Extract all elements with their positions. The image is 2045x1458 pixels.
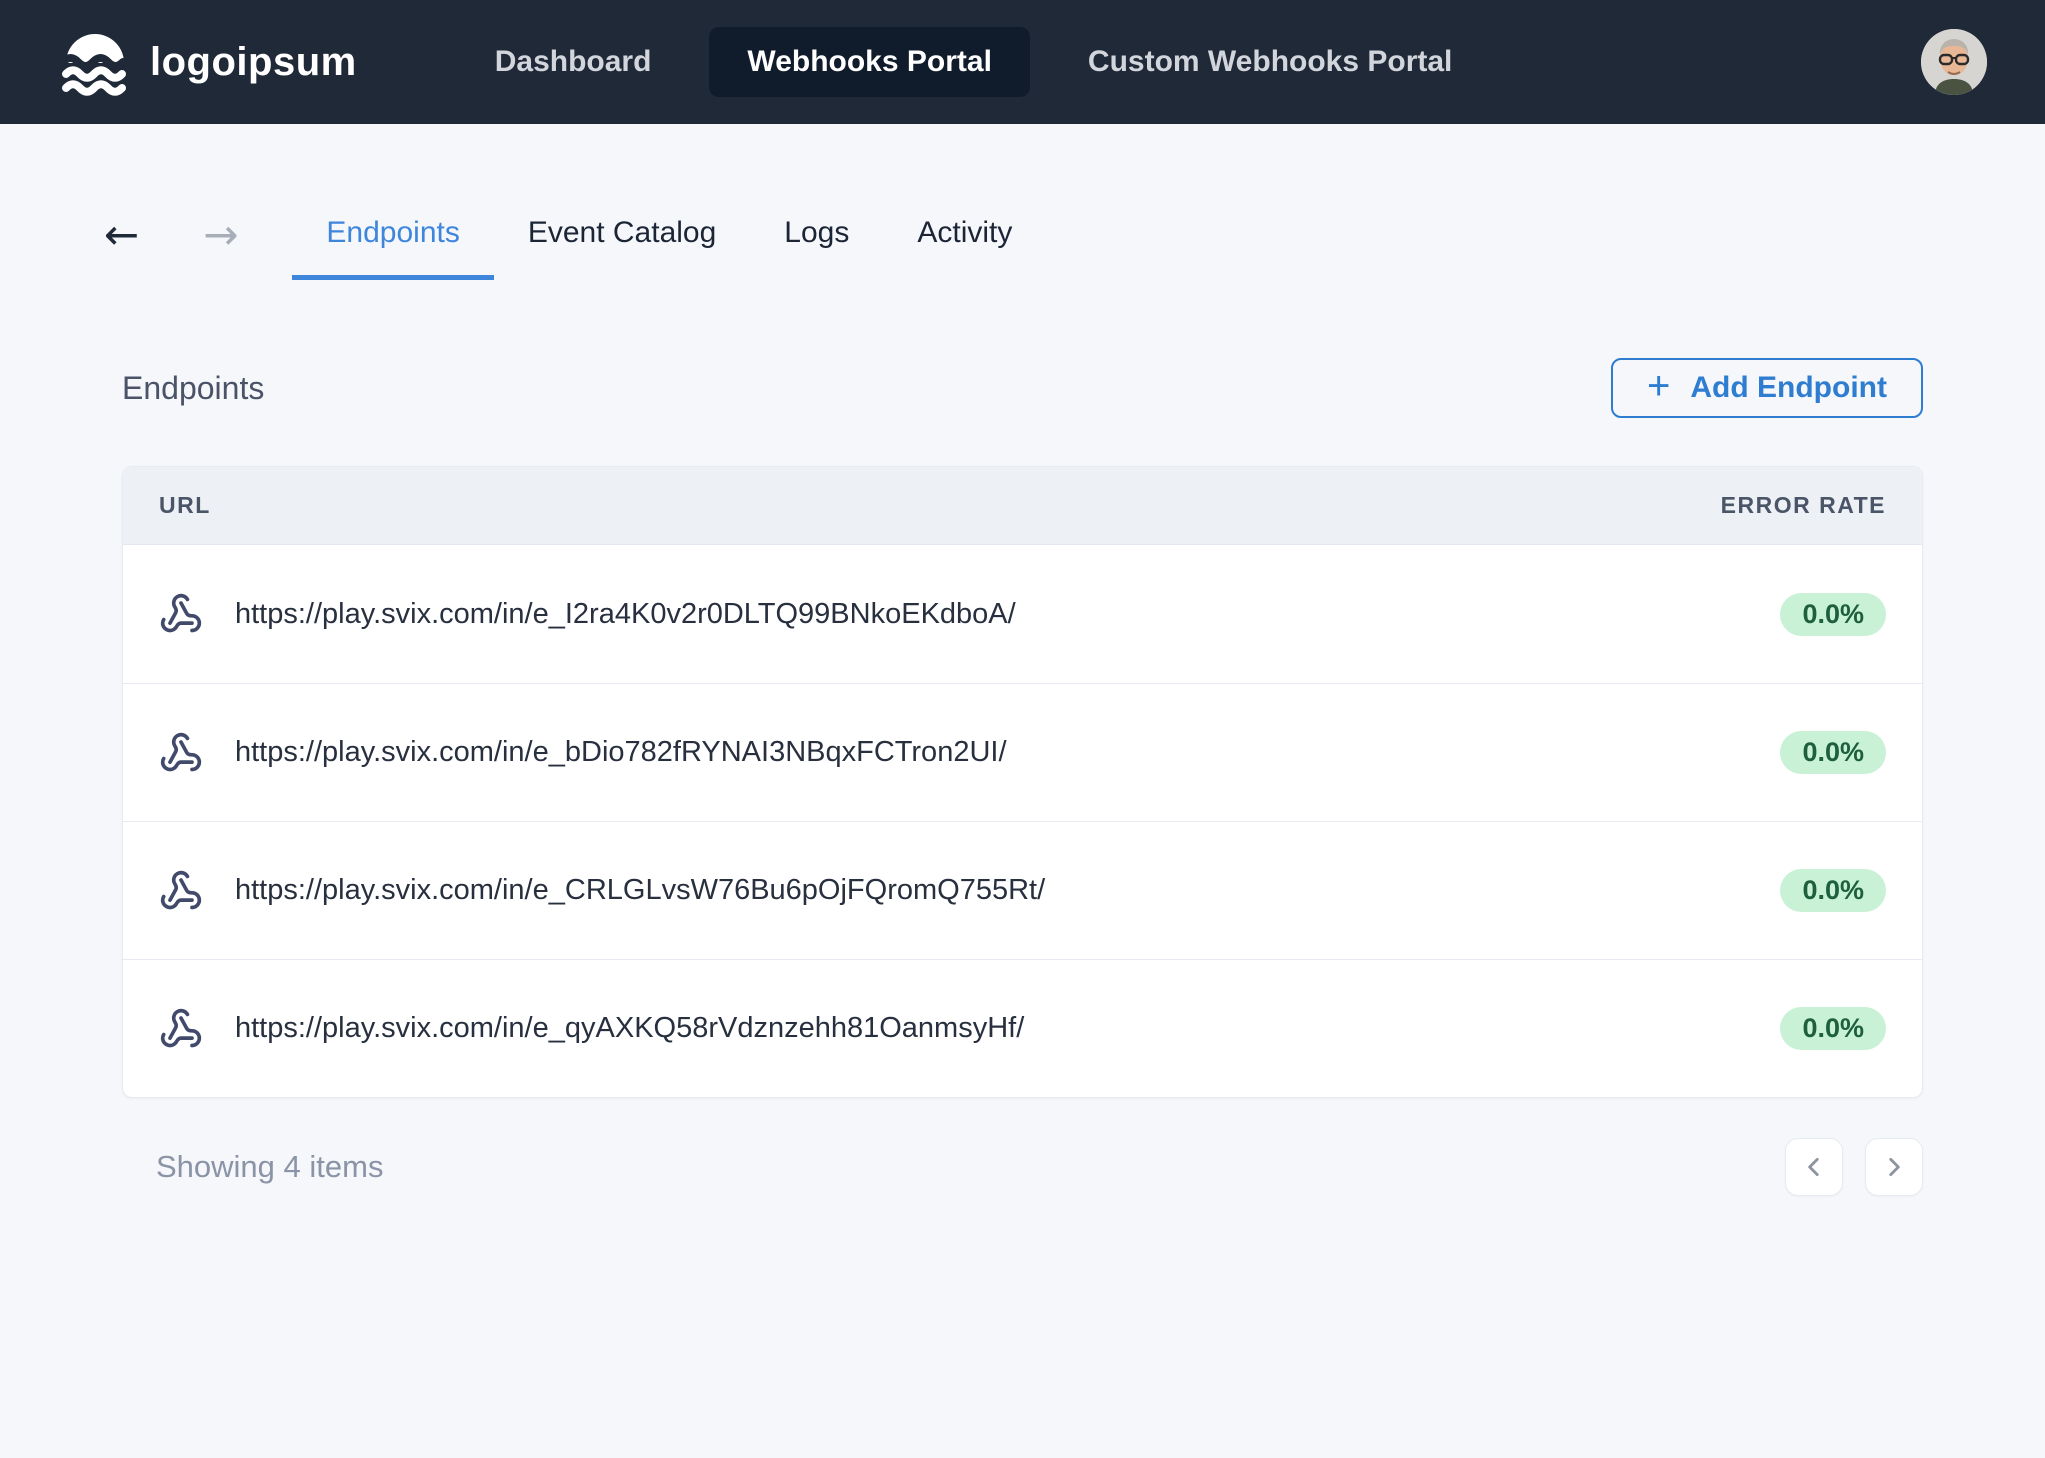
nav-item-webhooks-portal[interactable]: Webhooks Portal bbox=[709, 27, 1029, 97]
pagination bbox=[1785, 1138, 1923, 1196]
tab-logs[interactable]: Logs bbox=[750, 190, 883, 280]
logo-icon bbox=[58, 26, 132, 98]
error-rate-badge: 0.0% bbox=[1780, 869, 1886, 912]
portal-tabbar: ← → Endpoints Event Catalog Logs Activit… bbox=[0, 190, 2045, 280]
tabs: Endpoints Event Catalog Logs Activity bbox=[292, 190, 1046, 280]
plus-icon: + bbox=[1647, 366, 1670, 406]
tab-endpoints[interactable]: Endpoints bbox=[292, 190, 493, 280]
content: Endpoints + Add Endpoint URL ERROR RATE … bbox=[0, 358, 2045, 1196]
list-footer: Showing 4 items bbox=[122, 1138, 1923, 1196]
forward-arrow-icon[interactable]: → bbox=[189, 214, 252, 256]
table-row[interactable]: https://play.svix.com/in/e_bDio782fRYNAI… bbox=[123, 683, 1922, 821]
table-row[interactable]: https://play.svix.com/in/e_I2ra4K0v2r0DL… bbox=[123, 545, 1922, 683]
table-row[interactable]: https://play.svix.com/in/e_CRLGLvsW76Bu6… bbox=[123, 821, 1922, 959]
add-endpoint-label: Add Endpoint bbox=[1690, 371, 1887, 405]
back-arrow-icon[interactable]: ← bbox=[90, 214, 153, 256]
brand[interactable]: logoipsum bbox=[58, 26, 357, 98]
add-endpoint-button[interactable]: + Add Endpoint bbox=[1611, 358, 1923, 418]
chevron-right-icon bbox=[1881, 1154, 1907, 1180]
avatar-image bbox=[1921, 29, 1987, 95]
endpoint-url: https://play.svix.com/in/e_qyAXKQ58rVdzn… bbox=[235, 1012, 1780, 1045]
table-row[interactable]: https://play.svix.com/in/e_qyAXKQ58rVdzn… bbox=[123, 959, 1922, 1097]
primary-nav: Dashboard Webhooks Portal Custom Webhook… bbox=[457, 27, 1491, 97]
endpoint-url: https://play.svix.com/in/e_I2ra4K0v2r0DL… bbox=[235, 598, 1780, 631]
top-navbar: logoipsum Dashboard Webhooks Portal Cust… bbox=[0, 0, 2045, 124]
error-rate-badge: 0.0% bbox=[1780, 1007, 1886, 1050]
chevron-left-icon bbox=[1801, 1154, 1827, 1180]
table-header-row: URL ERROR RATE bbox=[123, 467, 1922, 545]
tab-activity[interactable]: Activity bbox=[883, 190, 1046, 280]
endpoints-table: URL ERROR RATE https://play.svix.com/in/… bbox=[122, 466, 1923, 1098]
column-header-error-rate: ERROR RATE bbox=[1721, 492, 1886, 519]
avatar[interactable] bbox=[1921, 29, 1987, 95]
next-page-button[interactable] bbox=[1865, 1138, 1923, 1196]
endpoint-url: https://play.svix.com/in/e_CRLGLvsW76Bu6… bbox=[235, 874, 1780, 907]
prev-page-button[interactable] bbox=[1785, 1138, 1843, 1196]
webhook-icon bbox=[159, 592, 203, 636]
page-title: Endpoints bbox=[122, 370, 264, 407]
error-rate-badge: 0.0% bbox=[1780, 593, 1886, 636]
tab-event-catalog[interactable]: Event Catalog bbox=[494, 190, 750, 280]
nav-item-dashboard[interactable]: Dashboard bbox=[457, 27, 690, 97]
items-count-text: Showing 4 items bbox=[156, 1149, 383, 1185]
brand-name: logoipsum bbox=[150, 40, 357, 85]
webhook-icon bbox=[159, 731, 203, 775]
endpoint-url: https://play.svix.com/in/e_bDio782fRYNAI… bbox=[235, 736, 1780, 769]
nav-item-custom-webhooks-portal[interactable]: Custom Webhooks Portal bbox=[1050, 27, 1490, 97]
webhook-icon bbox=[159, 869, 203, 913]
content-header: Endpoints + Add Endpoint bbox=[122, 358, 1923, 418]
column-header-url: URL bbox=[159, 492, 211, 519]
error-rate-badge: 0.0% bbox=[1780, 731, 1886, 774]
webhook-icon bbox=[159, 1007, 203, 1051]
